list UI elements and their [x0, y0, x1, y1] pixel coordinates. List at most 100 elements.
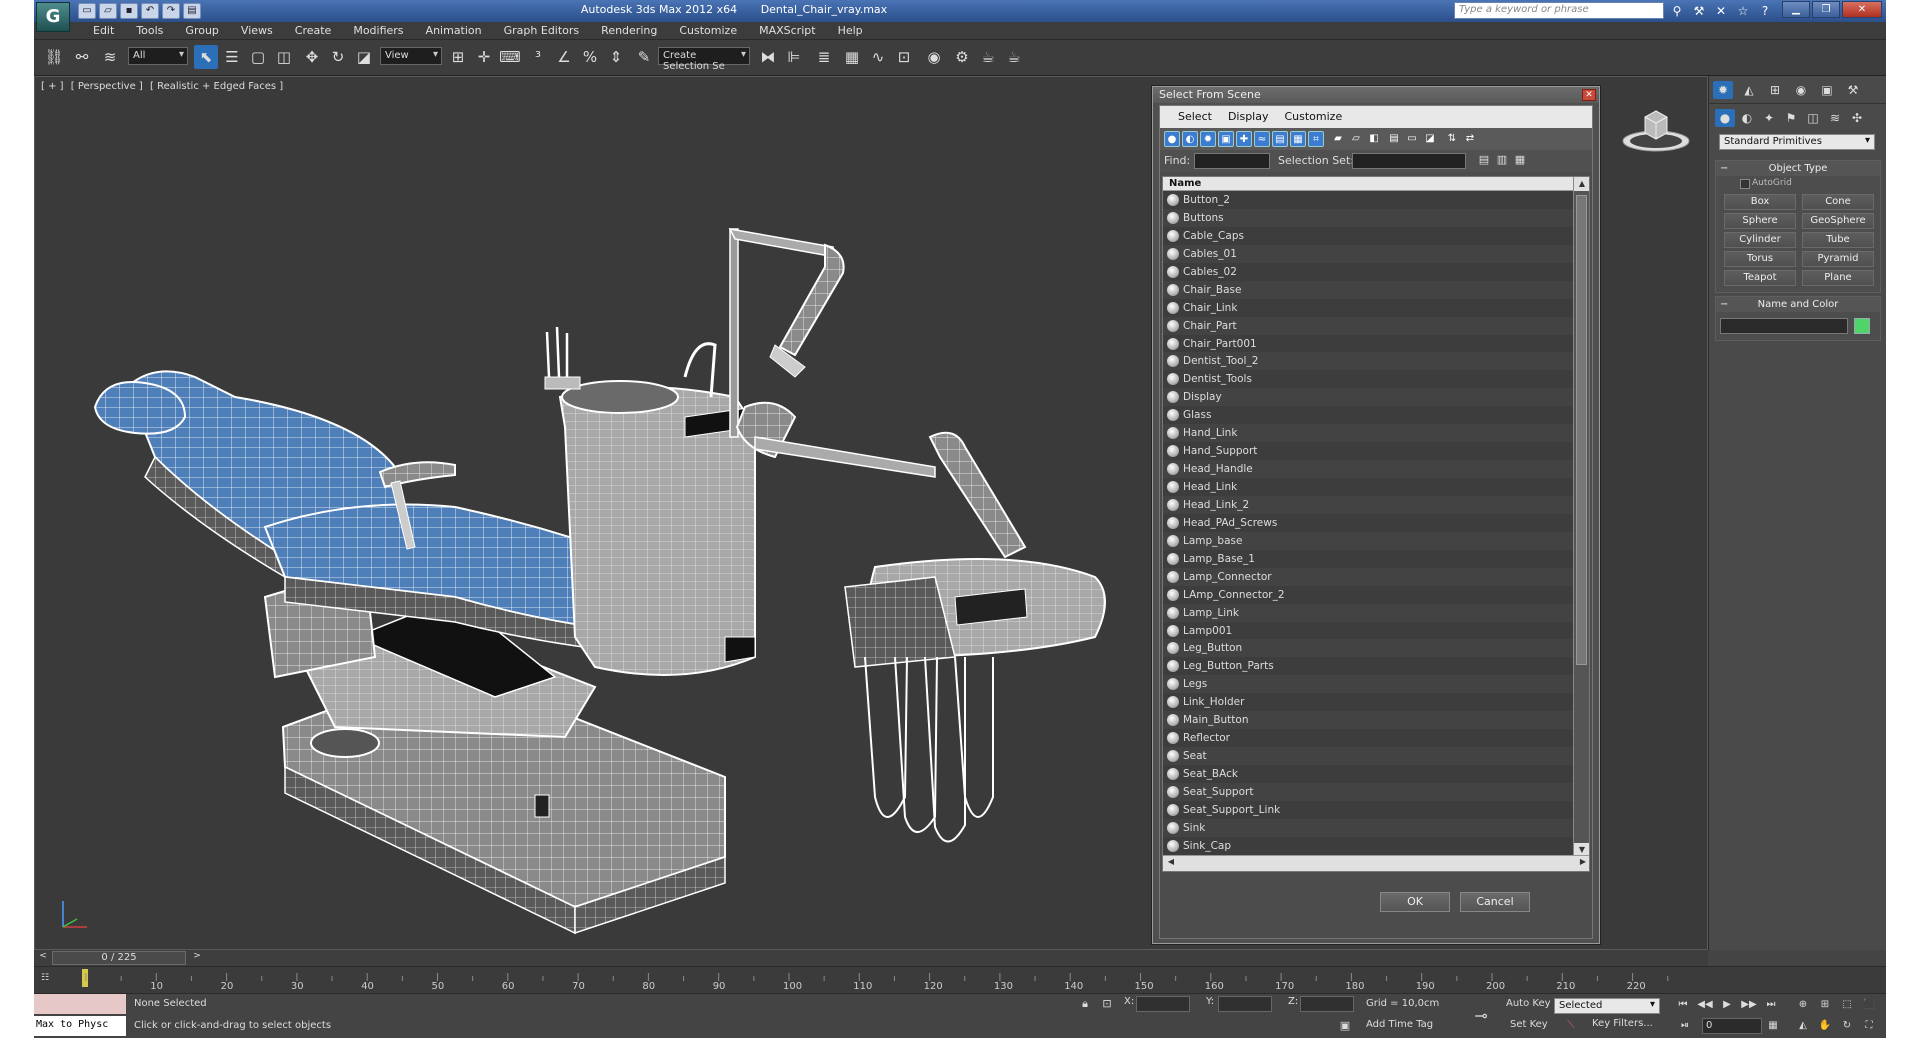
modify-tab-icon[interactable]: ◭	[1739, 81, 1759, 99]
favorites-star-icon[interactable]: ☆	[1735, 3, 1751, 19]
sphere-button[interactable]: Sphere	[1724, 213, 1796, 229]
name-and-color-header[interactable]: Name and Color	[1716, 297, 1880, 312]
keyboard-shortcut-override-icon[interactable]: ⌨	[498, 45, 522, 69]
zoom-extents-icon[interactable]: ⬚	[1838, 997, 1856, 1013]
select-object-icon[interactable]: ⬉	[194, 45, 218, 69]
set-key-button[interactable]: Set Key	[1510, 1019, 1548, 1030]
teapot-button[interactable]: Teapot	[1724, 270, 1796, 286]
list-item[interactable]: Link_Holder	[1163, 693, 1573, 712]
geosphere-button[interactable]: GeoSphere	[1802, 213, 1874, 229]
menu-maxscript[interactable]: MAXScript	[748, 23, 826, 38]
absolute-mode-icon[interactable]: ⊡	[1100, 997, 1114, 1011]
display-bones-icon[interactable]: ⌗	[1308, 131, 1324, 147]
zoom-icon[interactable]: ⊕	[1794, 997, 1812, 1013]
select-move-icon[interactable]: ✥	[300, 45, 324, 69]
helpers-category-icon[interactable]: ◫	[1803, 109, 1823, 127]
list-item[interactable]: Sink	[1163, 818, 1573, 837]
time-prev-icon[interactable]: <	[36, 951, 50, 965]
y-coordinate-input[interactable]	[1218, 996, 1272, 1012]
zoom-all-icon[interactable]: ⊞	[1816, 997, 1834, 1013]
layer-manager-icon[interactable]: ≣	[812, 45, 836, 69]
plane-button[interactable]: Plane	[1802, 270, 1874, 286]
selection-lock-icon[interactable]: 🔒︎	[1078, 997, 1092, 1011]
select-rotate-icon[interactable]: ↻	[326, 45, 350, 69]
display-lights-icon[interactable]: ✹	[1200, 131, 1216, 147]
spinner-snap-icon[interactable]: ⇕	[604, 45, 628, 69]
menu-customize[interactable]: Customize	[668, 23, 748, 38]
dialog-close-button[interactable]: ✕	[1582, 89, 1596, 101]
dialog-title[interactable]: Select From Scene	[1153, 87, 1599, 103]
time-configuration-icon[interactable]: ▦	[1764, 1018, 1782, 1034]
field-of-view-icon[interactable]: ◭	[1794, 1018, 1812, 1034]
key-mode-toggle-icon[interactable]: ⏯	[1676, 1018, 1694, 1034]
link-icon[interactable]: ⛓	[42, 45, 66, 69]
time-next-icon[interactable]: >	[190, 951, 204, 965]
object-color-swatch[interactable]	[1854, 318, 1870, 334]
render-production-icon[interactable]: ☕	[1002, 45, 1026, 69]
play-icon[interactable]: ▶	[1718, 997, 1736, 1013]
auto-key-button[interactable]: Auto Key	[1506, 998, 1551, 1009]
named-selection-dropdown[interactable]: Create Selection Se	[658, 47, 750, 72]
reference-coordinate-dropdown[interactable]: View	[380, 47, 442, 65]
app-logo-button[interactable]: G	[36, 2, 70, 32]
display-all-icon[interactable]: ▰	[1330, 131, 1346, 147]
list-item[interactable]: Leg_Button_Parts	[1163, 657, 1573, 676]
box-button[interactable]: Box	[1724, 194, 1796, 210]
menu-group[interactable]: Group	[174, 23, 230, 38]
display-spacewarps-icon[interactable]: ≈	[1254, 131, 1270, 147]
cylinder-button[interactable]: Cylinder	[1724, 232, 1796, 248]
display-geometry-icon[interactable]: ●	[1164, 131, 1180, 147]
torus-button[interactable]: Torus	[1724, 251, 1796, 267]
list-item[interactable]: Lamp_Link	[1163, 603, 1573, 622]
maxscript-listener-output[interactable]: Max to Physc	[34, 1016, 126, 1036]
create-selection-set-icon[interactable]: ▤	[1476, 153, 1492, 169]
cameras-category-icon[interactable]: ⚑	[1781, 109, 1801, 127]
subscription-icon[interactable]: ⚒	[1691, 3, 1707, 19]
menu-create[interactable]: Create	[284, 23, 343, 38]
edit-named-selection-icon[interactable]: ✎	[632, 45, 656, 69]
list-item[interactable]: Display	[1163, 388, 1573, 407]
menu-rendering[interactable]: Rendering	[590, 23, 668, 38]
z-coordinate-input[interactable]	[1300, 996, 1354, 1012]
select-all-icon[interactable]: ▤	[1386, 131, 1402, 147]
systems-category-icon[interactable]: ✣	[1847, 109, 1867, 127]
cone-button[interactable]: Cone	[1802, 194, 1874, 210]
dialog-menu-customize[interactable]: Customize	[1276, 106, 1350, 128]
previous-frame-icon[interactable]: ◀◀	[1696, 997, 1714, 1013]
list-item[interactable]: Chair_Part	[1163, 316, 1573, 335]
menu-graph-editors[interactable]: Graph Editors	[493, 23, 591, 38]
key-filters-button[interactable]: Key Filters...	[1592, 1018, 1653, 1029]
communication-icon[interactable]: ✕	[1713, 3, 1729, 19]
add-time-tag-button[interactable]: Add Time Tag	[1366, 1019, 1433, 1030]
ok-button[interactable]: OK	[1380, 892, 1450, 912]
display-groups-icon[interactable]: ▤	[1272, 131, 1288, 147]
remove-from-selection-set-icon[interactable]: ▦	[1512, 153, 1528, 169]
spacewarps-category-icon[interactable]: ≋	[1825, 109, 1845, 127]
close-window-button[interactable]: ✕	[1842, 1, 1882, 18]
list-item[interactable]: Seat_Support	[1163, 782, 1573, 801]
curve-editor-icon[interactable]: ∿	[866, 45, 890, 69]
menu-help[interactable]: Help	[827, 23, 874, 38]
list-item[interactable]: Chair_Part001	[1163, 334, 1573, 353]
dialog-menu-display[interactable]: Display	[1220, 106, 1277, 128]
time-tag-icon[interactable]: ▣	[1338, 1019, 1352, 1033]
select-by-name-icon[interactable]: ☰	[220, 45, 244, 69]
menu-animation[interactable]: Animation	[415, 23, 493, 38]
sync-selection-icon[interactable]: ⇅	[1444, 131, 1460, 147]
menu-modifiers[interactable]: Modifiers	[342, 23, 414, 38]
list-item[interactable]: Lamp001	[1163, 621, 1573, 640]
object-name-input[interactable]	[1720, 318, 1848, 334]
list-item[interactable]: Reflector	[1163, 729, 1573, 748]
list-item[interactable]: Leg_Button	[1163, 639, 1573, 658]
object-type-header[interactable]: Object Type	[1716, 161, 1880, 176]
list-item[interactable]: Glass	[1163, 406, 1573, 425]
display-xrefs-icon[interactable]: ▦	[1290, 131, 1306, 147]
scroll-right-icon[interactable]: ▶	[1576, 857, 1589, 870]
create-tab-icon[interactable]: ✹	[1713, 81, 1733, 99]
list-item[interactable]: Hand_Support	[1163, 442, 1573, 461]
scene-object-list[interactable]: Name Button_2 Buttons Cable_Caps Cables_01 C…	[1162, 176, 1590, 872]
unlink-icon[interactable]: ⚯	[70, 45, 94, 69]
maxscript-listener-input[interactable]	[34, 994, 126, 1014]
select-scale-icon[interactable]: ◪	[352, 45, 376, 69]
key-filter-icon[interactable]: ⟍	[1564, 1018, 1578, 1032]
